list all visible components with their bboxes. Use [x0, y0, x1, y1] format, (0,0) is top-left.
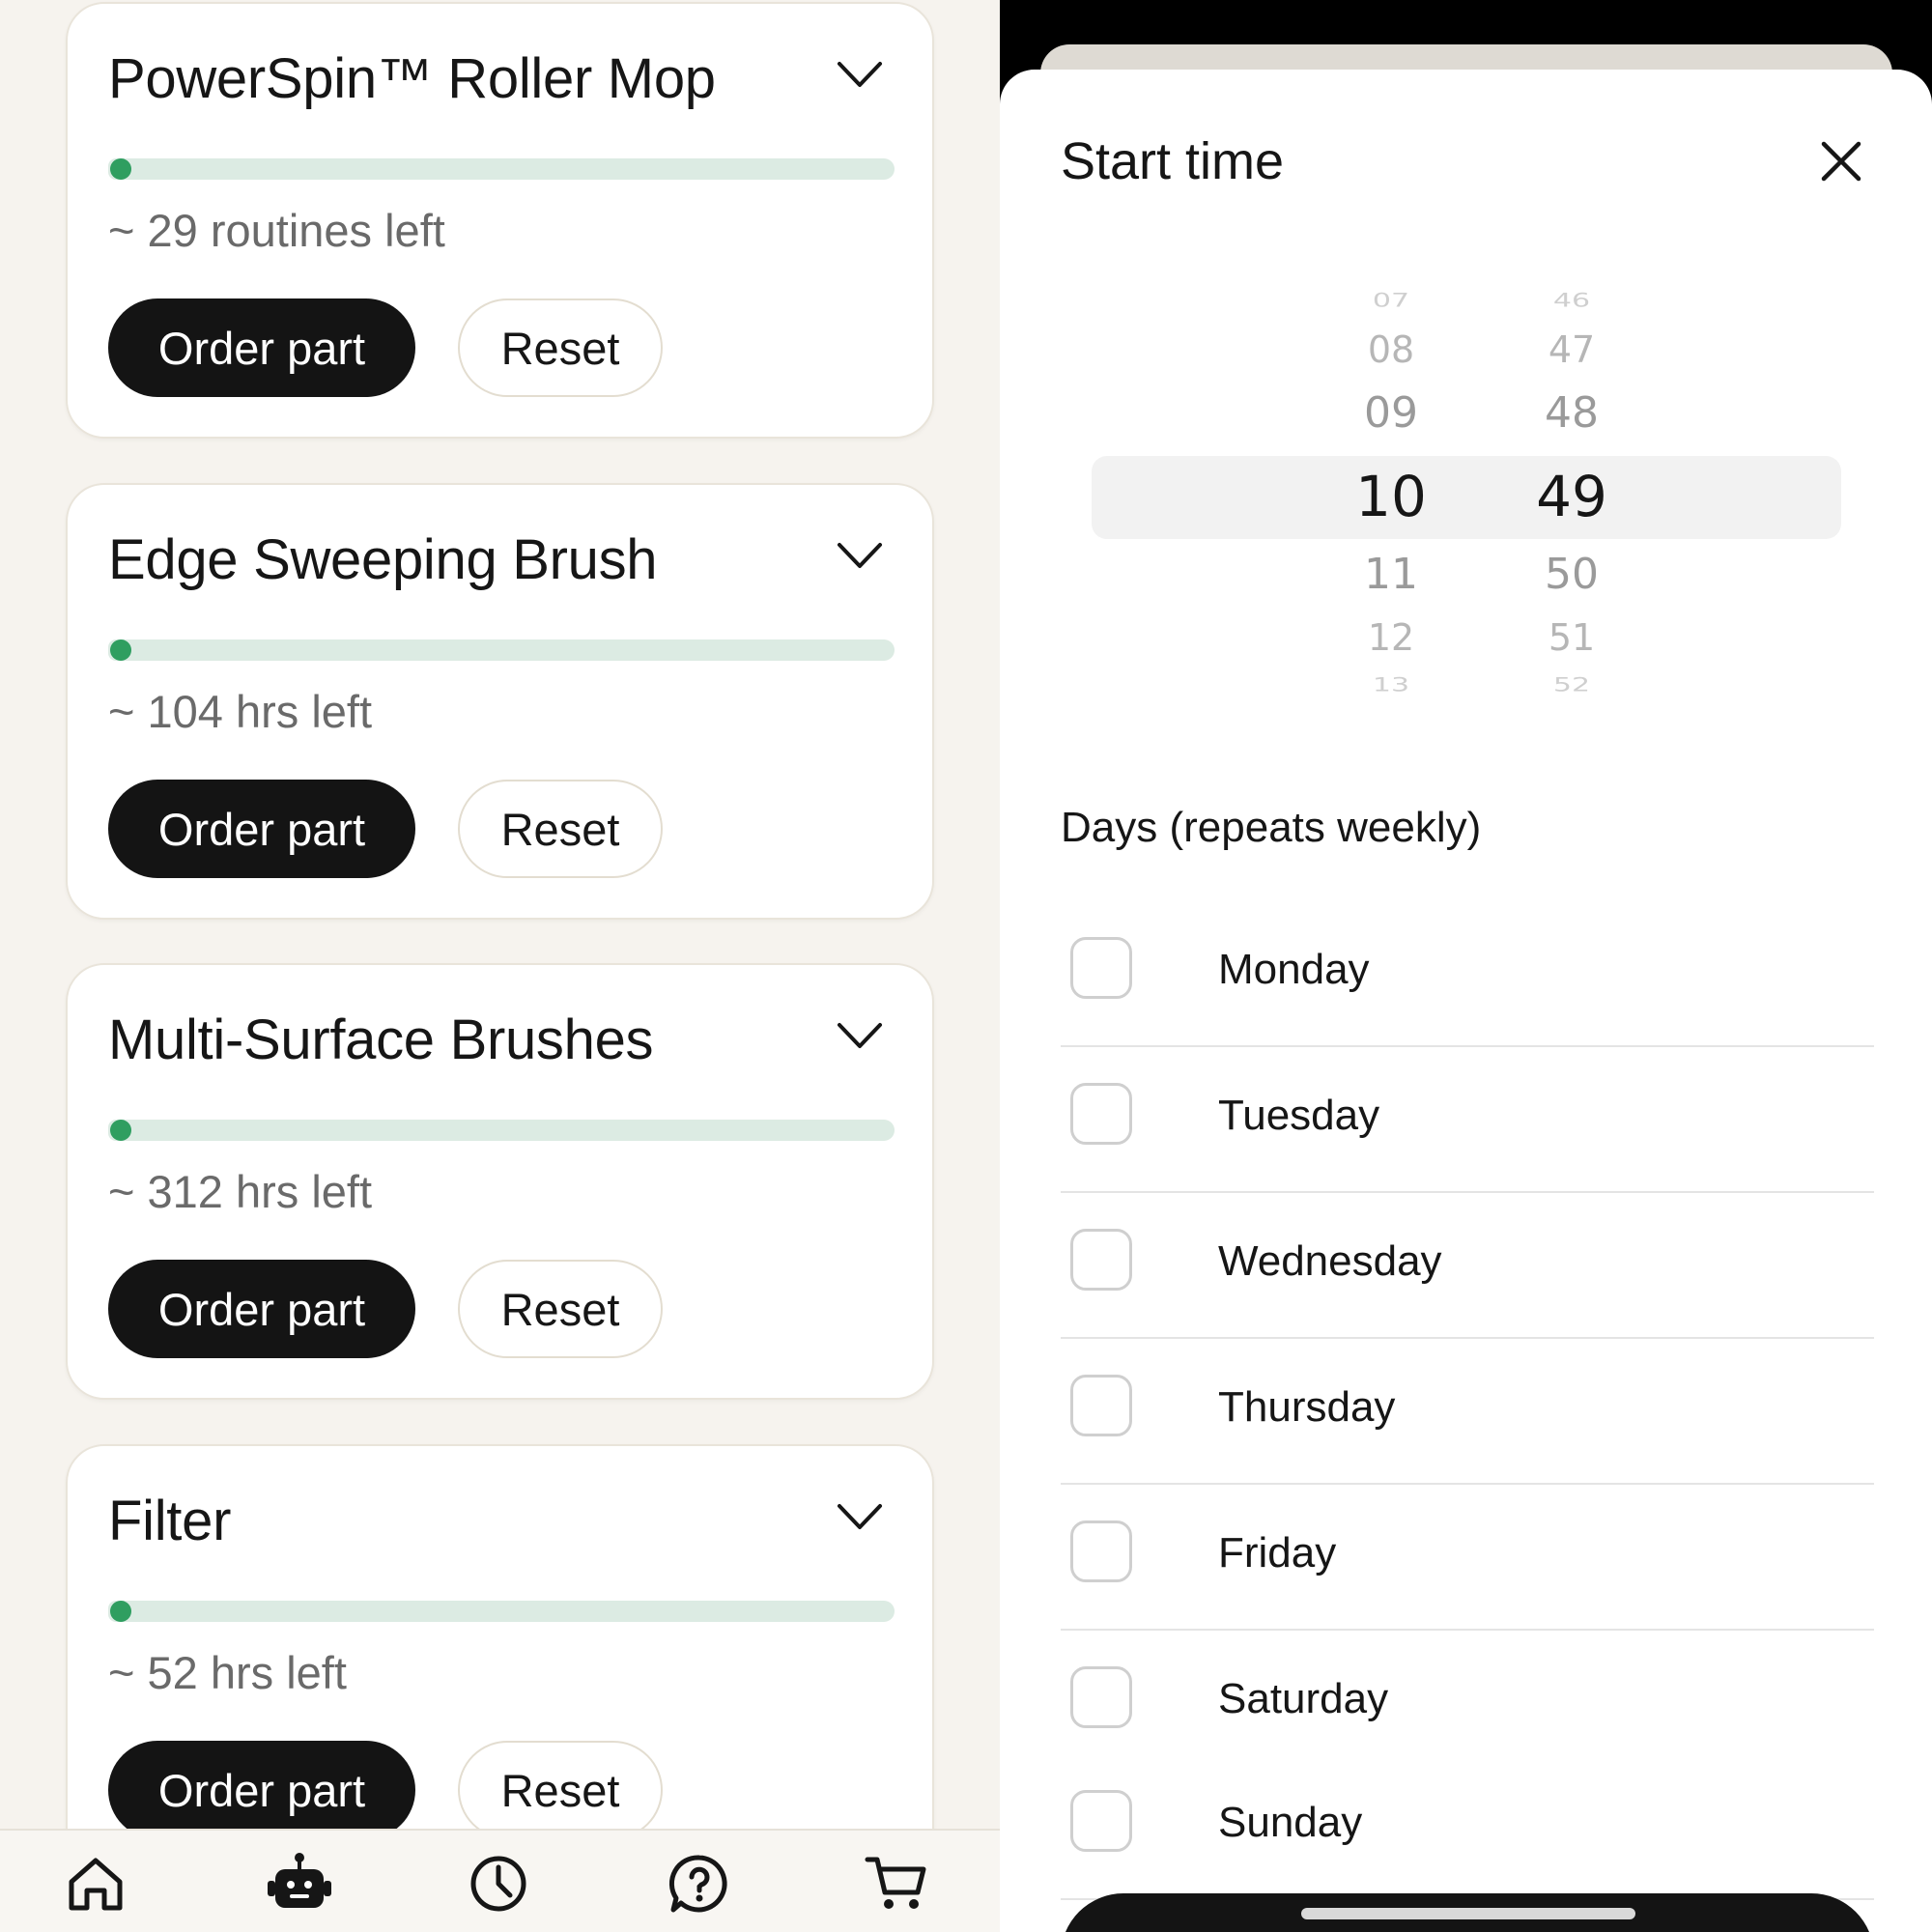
- day-label: Tuesday: [1218, 1092, 1380, 1139]
- hour-option[interactable]: 13: [1323, 674, 1459, 696]
- reset-button[interactable]: Reset: [458, 298, 663, 397]
- divider: [1061, 1045, 1874, 1047]
- part-life-bar: [108, 639, 895, 661]
- day-row-monday[interactable]: Monday: [1061, 902, 1874, 1047]
- day-label: Monday: [1218, 946, 1370, 993]
- hour-selected[interactable]: 10: [1323, 464, 1459, 529]
- order-part-button[interactable]: Order part: [108, 780, 415, 878]
- minute-option[interactable]: 51: [1504, 616, 1639, 659]
- start-time-modal-screen: Start time 07 08 09 10 11 12 13 46 47 48…: [1000, 0, 1932, 1932]
- part-remaining: ~ 312 hrs left: [108, 1166, 373, 1217]
- part-life-bar: [108, 1601, 895, 1622]
- robot-icon: [268, 1853, 331, 1908]
- part-title: Filter: [108, 1490, 232, 1552]
- chevron-down-icon[interactable]: [836, 539, 884, 574]
- day-label: Wednesday: [1218, 1237, 1442, 1285]
- reset-button[interactable]: Reset: [458, 780, 663, 878]
- order-part-button[interactable]: Order part: [108, 1260, 415, 1358]
- order-part-button[interactable]: Order part: [108, 1741, 415, 1839]
- part-card-multi-surface-brushes: Multi-Surface Brushes ~ 312 hrs left Ord…: [66, 963, 934, 1400]
- sheet-title: Start time: [1061, 132, 1285, 190]
- reset-button[interactable]: Reset: [458, 1741, 663, 1839]
- day-checkbox[interactable]: [1070, 1666, 1132, 1728]
- day-checkbox[interactable]: [1070, 937, 1132, 999]
- minute-option[interactable]: 52: [1504, 674, 1639, 696]
- part-title: Multi-Surface Brushes: [108, 1009, 654, 1071]
- reset-button[interactable]: Reset: [458, 1260, 663, 1358]
- minute-option[interactable]: 46: [1504, 290, 1639, 312]
- close-icon[interactable]: [1819, 139, 1863, 184]
- hour-option[interactable]: 09: [1323, 388, 1459, 438]
- divider: [1061, 1629, 1874, 1631]
- start-time-sheet: Start time 07 08 09 10 11 12 13 46 47 48…: [1000, 70, 1932, 1932]
- hour-option[interactable]: 11: [1323, 550, 1459, 599]
- day-checkbox[interactable]: [1070, 1229, 1132, 1291]
- day-row-wednesday[interactable]: Wednesday: [1061, 1194, 1874, 1339]
- clock-icon: [470, 1856, 526, 1912]
- chevron-down-icon[interactable]: [836, 1019, 884, 1054]
- minute-option[interactable]: 48: [1504, 388, 1639, 438]
- days-label: Days (repeats weekly): [1061, 804, 1482, 851]
- part-life-indicator: [110, 1601, 131, 1622]
- picker-selection-highlight: [1092, 456, 1841, 539]
- day-checkbox[interactable]: [1070, 1520, 1132, 1582]
- home-indicator: [1301, 1908, 1635, 1919]
- help-icon: [668, 1855, 727, 1913]
- part-title: PowerSpin™ Roller Mop: [108, 47, 716, 110]
- part-remaining: ~ 52 hrs left: [108, 1647, 347, 1698]
- part-card-edge-brush: Edge Sweeping Brush ~ 104 hrs left Order…: [66, 483, 934, 920]
- part-life-indicator: [110, 639, 131, 661]
- day-label: Sunday: [1218, 1799, 1363, 1846]
- day-checkbox[interactable]: [1070, 1083, 1132, 1145]
- tab-automations[interactable]: [465, 1850, 532, 1918]
- day-row-thursday[interactable]: Thursday: [1061, 1340, 1874, 1485]
- bottom-tab-bar: [0, 1829, 1000, 1932]
- tab-robot[interactable]: [266, 1850, 333, 1918]
- part-remaining: ~ 104 hrs left: [108, 686, 373, 737]
- chevron-down-icon[interactable]: [836, 58, 884, 93]
- hour-option[interactable]: 07: [1323, 290, 1459, 312]
- home-icon: [69, 1858, 123, 1911]
- minute-option[interactable]: 50: [1504, 550, 1639, 599]
- minute-option[interactable]: 47: [1504, 328, 1639, 371]
- cart-icon: [865, 1857, 926, 1909]
- part-remaining: ~ 29 routines left: [108, 205, 445, 256]
- day-label: Saturday: [1218, 1675, 1389, 1722]
- tab-support[interactable]: [666, 1850, 733, 1918]
- tab-store[interactable]: [864, 1850, 931, 1918]
- hour-option[interactable]: 08: [1323, 328, 1459, 371]
- day-row-tuesday[interactable]: Tuesday: [1061, 1048, 1874, 1193]
- chevron-down-icon[interactable]: [836, 1500, 884, 1535]
- day-checkbox[interactable]: [1070, 1790, 1132, 1852]
- minute-selected[interactable]: 49: [1504, 464, 1639, 529]
- tab-home[interactable]: [62, 1850, 129, 1918]
- day-label: Friday: [1218, 1529, 1337, 1577]
- day-label: Thursday: [1218, 1383, 1396, 1431]
- part-life-bar: [108, 1120, 895, 1141]
- hour-option[interactable]: 12: [1323, 616, 1459, 659]
- divider: [1061, 1191, 1874, 1193]
- divider: [1061, 1337, 1874, 1339]
- part-title: Edge Sweeping Brush: [108, 528, 658, 591]
- part-life-indicator: [110, 1120, 131, 1141]
- consumables-panel: PowerSpin™ Roller Mop ~ 29 routines left…: [0, 0, 1000, 1932]
- part-life-bar: [108, 158, 895, 180]
- part-life-indicator: [110, 158, 131, 180]
- day-row-sunday[interactable]: Sunday: [1061, 1755, 1874, 1900]
- divider: [1061, 1483, 1874, 1485]
- part-card-roller-mop: PowerSpin™ Roller Mop ~ 29 routines left…: [66, 2, 934, 439]
- part-card-filter: Filter ~ 52 hrs left Order part Reset: [66, 1444, 934, 1881]
- order-part-button[interactable]: Order part: [108, 298, 415, 397]
- day-checkbox[interactable]: [1070, 1375, 1132, 1436]
- day-row-friday[interactable]: Friday: [1061, 1486, 1874, 1631]
